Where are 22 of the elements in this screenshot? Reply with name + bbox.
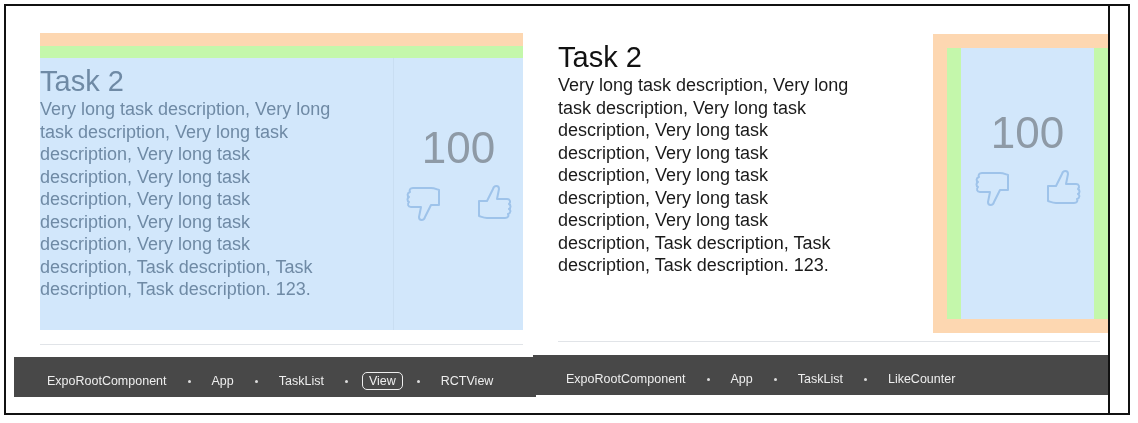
task-title: Task 2 [40,64,125,98]
breadcrumb-item[interactable]: ExpoRootComponent [559,370,693,388]
task-description: Very long task description, Very long task description, Very long task description, Very long task description, Very long task description, Very long task description, Very long task description, Very long task description, Task description, Task description, Task description. 123. [558,74,850,277]
breadcrumb-item[interactable]: TaskList [790,370,850,388]
breadcrumb-item[interactable]: View [361,372,403,390]
separator-dot-icon [773,377,777,381]
separator-dot-icon [706,377,710,381]
separator-dot-icon [187,379,191,383]
breadcrumb-item[interactable]: App [204,372,241,390]
breadcrumb-item[interactable]: App [723,370,760,388]
breadcrumb-item[interactable]: ExpoRootComponent [40,372,174,390]
breadcrumb-item[interactable]: TaskList [271,372,331,390]
separator-dot-icon [254,379,258,383]
separator-dot-icon [344,379,348,383]
like-count: 100 [421,123,496,173]
breadcrumb-item[interactable]: LikeCounter [880,370,963,388]
separator-dot-icon [416,379,420,383]
task-description: Very long task description, Very long task description, Very long task description, Very long task description, Very long task description, Very long task description, Very long task description, Very long task description, Task description, Task description, Task description. 123. [40,98,332,301]
separator-dot-icon [863,377,867,381]
like-count: 100 [990,108,1065,158]
breadcrumb-item[interactable]: RCTView [433,372,501,390]
task-title: Task 2 [558,40,643,74]
